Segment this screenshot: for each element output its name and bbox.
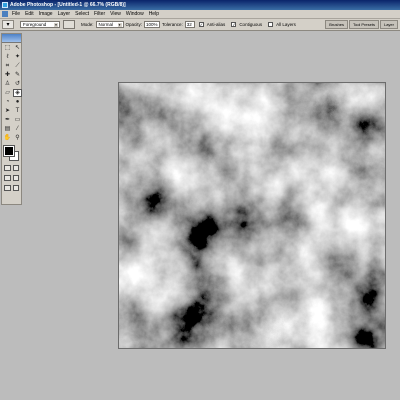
- marquee-tool-icon[interactable]: ⬚: [3, 44, 12, 52]
- color-swatches: [3, 145, 20, 163]
- standard-mode-icon[interactable]: [4, 165, 11, 171]
- fill-source-select[interactable]: Foreground ▾: [20, 21, 60, 28]
- menu-layer[interactable]: Layer: [58, 11, 71, 17]
- chevron-down-icon: ▾: [117, 23, 122, 27]
- magic-wand-tool-icon[interactable]: ✦: [13, 53, 22, 61]
- menu-file[interactable]: File: [12, 11, 20, 17]
- title-bar: Adobe Photoshop - [Untitled-1 @ 66.7% (R…: [0, 0, 400, 10]
- path-selection-tool-icon[interactable]: ➤: [3, 107, 12, 115]
- toolbox-header[interactable]: [2, 34, 21, 43]
- crop-tool-icon[interactable]: ⌗: [3, 62, 12, 70]
- fill-source-value: Foreground: [23, 22, 47, 27]
- menu-view[interactable]: View: [110, 11, 121, 17]
- toolbox: ⬚ ↖ ℓ ✦ ⌗ ⟋ ✚ ✎ ♙ ↺ ▱ ◈ ◔ ● ➤ T ✒ ▭ ▤ ⁄ …: [1, 33, 22, 205]
- hand-tool-icon[interactable]: ✋: [3, 134, 12, 142]
- chevron-down-icon: ▾: [54, 23, 58, 27]
- menu-help[interactable]: Help: [149, 11, 159, 17]
- photoshop-app-icon: [2, 2, 8, 8]
- palette-well: Brushes Tool Presets Layer: [325, 20, 398, 30]
- pen-tool-icon[interactable]: ✒: [3, 116, 12, 124]
- mode-label: Mode:: [81, 22, 94, 27]
- tool-preset-picker[interactable]: ▾: [2, 20, 14, 29]
- healing-brush-tool-icon[interactable]: ✚: [3, 71, 12, 79]
- history-brush-tool-icon[interactable]: ↺: [13, 80, 22, 88]
- tab-layer-comps[interactable]: Layer: [379, 20, 398, 29]
- brush-tool-icon[interactable]: ✎: [13, 71, 22, 79]
- anti-alias-checkbox[interactable]: ✓: [198, 22, 204, 27]
- paint-bucket-icon: ▾: [6, 22, 10, 28]
- eyedropper-tool-icon[interactable]: ⁄: [13, 125, 22, 133]
- standard-screen-mode-icon[interactable]: [4, 175, 11, 181]
- all-layers-label: All Layers: [276, 22, 296, 27]
- screen-mode-row: [2, 173, 21, 183]
- shape-tool-icon[interactable]: ▭: [13, 116, 22, 124]
- pattern-swatch[interactable]: [63, 20, 75, 29]
- menu-select[interactable]: Select: [75, 11, 89, 17]
- notes-tool-icon[interactable]: ▤: [3, 125, 12, 133]
- mode-value: Normal: [98, 22, 114, 27]
- tool-grid: ⬚ ↖ ℓ ✦ ⌗ ⟋ ✚ ✎ ♙ ↺ ▱ ◈ ◔ ● ➤ T ✒ ▭ ▤ ⁄ …: [2, 43, 22, 142]
- tab-tool-presets[interactable]: Tool Presets: [348, 20, 379, 29]
- full-screen-menu-mode-icon[interactable]: [12, 175, 19, 181]
- foreground-color-swatch[interactable]: [3, 145, 15, 157]
- move-tool-icon[interactable]: ↖: [13, 44, 22, 52]
- mode-select[interactable]: Normal ▾: [95, 21, 124, 28]
- blur-tool-icon[interactable]: ◔: [3, 98, 12, 106]
- jump-row: [2, 183, 21, 193]
- jump-to-imageready-icon[interactable]: [12, 185, 19, 191]
- options-bar: ▾ Foreground ▾ Mode: Normal ▾ Opacity: 1…: [0, 19, 400, 31]
- eraser-tool-icon[interactable]: ▱: [3, 89, 12, 97]
- opacity-field[interactable]: 100%: [144, 21, 161, 28]
- paint-bucket-tool-icon[interactable]: ◈: [13, 89, 22, 97]
- lasso-tool-icon[interactable]: ℓ: [3, 53, 12, 61]
- tab-brushes[interactable]: Brushes: [325, 20, 348, 29]
- mask-mode-row: [2, 163, 21, 173]
- document-canvas[interactable]: [118, 82, 386, 349]
- contiguous-label: Contiguous: [239, 22, 263, 27]
- zoom-tool-icon[interactable]: ⚲: [13, 134, 22, 142]
- tolerance-label: Tolerance:: [162, 22, 183, 27]
- opacity-label: Opacity:: [125, 22, 143, 27]
- clone-stamp-tool-icon[interactable]: ♙: [3, 80, 12, 88]
- menu-bar: File Edit Image Layer Select Filter View…: [0, 10, 400, 19]
- tolerance-field[interactable]: 32: [184, 21, 195, 28]
- slice-tool-icon[interactable]: ⟋: [13, 62, 22, 70]
- anti-alias-label: Anti-alias: [206, 22, 226, 27]
- photoshop-logo-icon: [2, 11, 8, 17]
- clouds-image: [119, 83, 385, 348]
- full-screen-mode-icon[interactable]: [4, 185, 11, 191]
- quick-mask-mode-icon[interactable]: [12, 165, 19, 171]
- window-title: Adobe Photoshop - [Untitled-1 @ 66.7% (R…: [10, 2, 126, 8]
- menu-filter[interactable]: Filter: [94, 11, 105, 17]
- contiguous-checkbox[interactable]: ✓: [231, 22, 237, 27]
- type-tool-icon[interactable]: T: [13, 107, 22, 115]
- menu-window[interactable]: Window: [126, 11, 144, 17]
- menu-edit[interactable]: Edit: [25, 11, 34, 17]
- menu-image[interactable]: Image: [39, 11, 53, 17]
- all-layers-checkbox[interactable]: [268, 22, 274, 27]
- dodge-tool-icon[interactable]: ●: [13, 98, 22, 106]
